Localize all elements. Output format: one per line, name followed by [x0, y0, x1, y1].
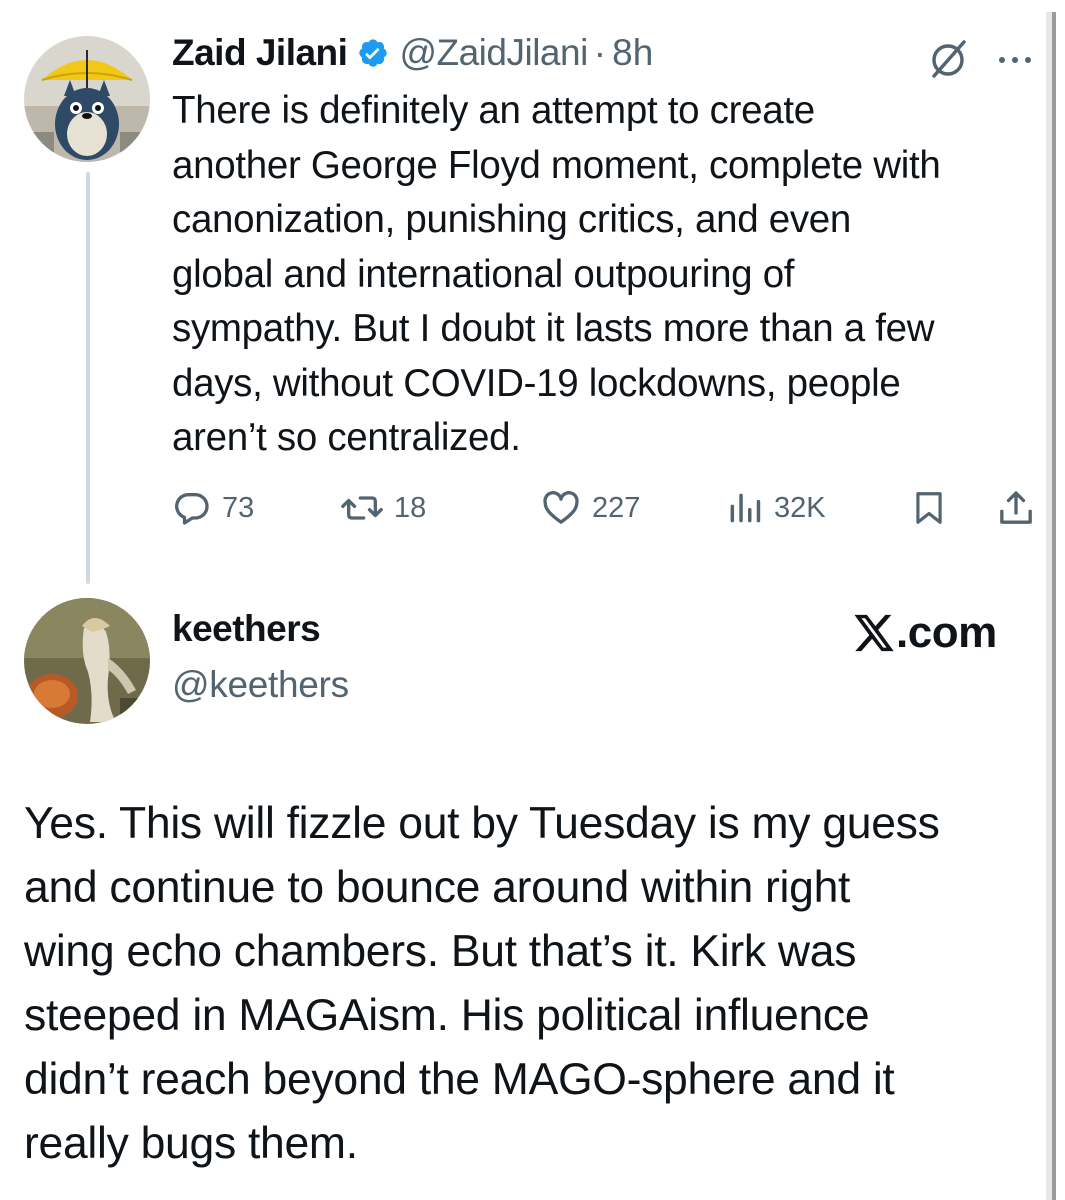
- tweet-text-line: aren’t so centralized.: [172, 416, 521, 459]
- umbrella-cartoon-avatar: [24, 36, 150, 162]
- thread-connector-line: [86, 172, 90, 584]
- more-icon[interactable]: [994, 50, 1036, 70]
- bookmark-button[interactable]: [910, 486, 948, 530]
- painting-avatar: [24, 598, 150, 724]
- like-count: 227: [592, 491, 641, 524]
- author-name[interactable]: Zaid Jilani: [172, 32, 348, 74]
- tweet-text-line: days, without COVID-19 lockdowns, people: [172, 361, 901, 405]
- tweet-text-line: global and international outpouring of: [172, 252, 795, 296]
- reply-count: 73: [222, 491, 255, 524]
- tweet-text: Yes. This will fizzle out by Tuesday is …: [24, 792, 1034, 1176]
- author-name[interactable]: keethers: [172, 608, 321, 650]
- share-icon: [1000, 491, 1032, 524]
- tweet-text-line: There is definitely an attempt to create: [172, 89, 815, 132]
- like-icon: [543, 491, 579, 524]
- tweet-text-line: wing echo chambers. But that’s it. Kirk …: [24, 927, 857, 976]
- like-button[interactable]: 227: [540, 486, 640, 530]
- views-button[interactable]: 32K: [726, 486, 826, 530]
- tweet-text-line: steeped in MAGAism. His political influe…: [24, 991, 870, 1040]
- avatar[interactable]: [24, 36, 150, 162]
- grok-icon[interactable]: [928, 38, 970, 80]
- tweet-text-line: really bugs them.: [24, 1119, 358, 1168]
- tweet-text-line: another George Floyd moment, complete wi…: [172, 143, 941, 187]
- views-count: 32K: [774, 491, 826, 524]
- reply-button[interactable]: 73: [172, 486, 254, 530]
- verified-badge-icon: [357, 37, 389, 69]
- tweet-text: There is definitely an attempt to create…: [172, 84, 1052, 466]
- tweet-text-line: and continue to bounce around within rig…: [24, 863, 851, 912]
- repost-icon: [341, 496, 383, 520]
- x-logo-icon: [854, 614, 894, 652]
- tweet-text-line: didn’t reach beyond the MAGO-sphere and …: [24, 1055, 895, 1104]
- scrollbar-thumb[interactable]: [1052, 12, 1056, 1200]
- tweet-header: Zaid Jilani @ZaidJilani · 8h: [172, 28, 653, 78]
- site-watermark: .com: [852, 608, 997, 658]
- avatar[interactable]: [24, 598, 150, 724]
- tweet-text-line: Yes. This will fizzle out by Tuesday is …: [24, 799, 940, 848]
- author-handle[interactable]: @ZaidJilani: [399, 32, 588, 74]
- tweet-text-line: sympathy. But I doubt it lasts more than…: [172, 307, 935, 350]
- bookmark-icon: [916, 492, 942, 524]
- separator-dot: ·: [593, 32, 607, 73]
- site-domain: .com: [896, 608, 997, 657]
- author-handle[interactable]: @keethers: [172, 664, 349, 706]
- views-icon: [730, 493, 761, 523]
- timestamp[interactable]: 8h: [612, 32, 653, 74]
- share-button[interactable]: [996, 486, 1036, 530]
- repost-button[interactable]: 18: [340, 486, 426, 530]
- repost-count: 18: [394, 491, 427, 524]
- reply-icon: [175, 493, 209, 525]
- tweet-text-line: canonization, punishing critics, and eve…: [172, 198, 851, 241]
